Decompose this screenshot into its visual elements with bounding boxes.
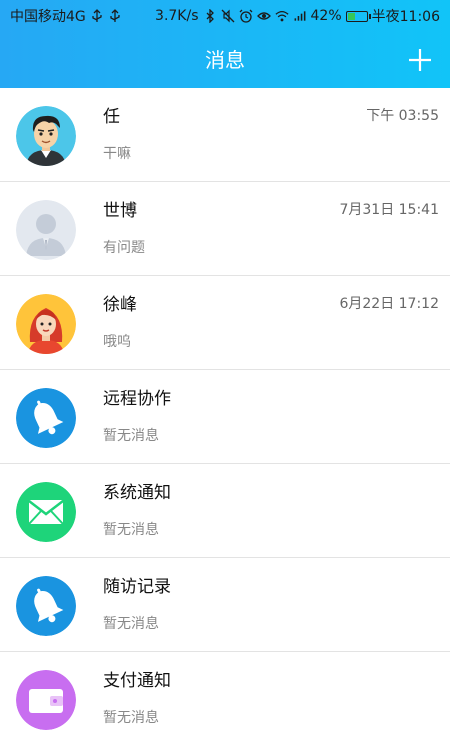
contact-name: 远程协作: [103, 389, 171, 409]
eye-icon: [256, 9, 271, 23]
contact-name: 任: [103, 107, 120, 127]
network-speed: 3.7K/s: [155, 8, 199, 24]
message-preview: 暂无消息: [103, 710, 159, 726]
mail-icon: [16, 482, 76, 542]
battery-percent: 42%: [310, 8, 342, 24]
alarm-icon: [239, 9, 253, 23]
contact-name: 世博: [103, 201, 137, 221]
contact-name: 系统通知: [103, 483, 171, 503]
list-item[interactable]: 任 下午 03:55 干嘛: [0, 88, 450, 182]
status-left: 中国移动4G: [10, 6, 122, 26]
app-root: 中国移动4G 3.7K/s 42% 半夜11:06 消息 任 下午 03:55 …: [0, 0, 450, 750]
message-time: 7月31日 15:41: [339, 202, 439, 218]
clock: 半夜11:06: [371, 9, 440, 25]
wallet-icon: [16, 670, 76, 730]
contact-name: 徐峰: [103, 295, 137, 315]
usb-icon: [90, 9, 104, 23]
bell-icon: [16, 576, 76, 636]
page-title: 消息: [205, 48, 245, 72]
message-time: 6月22日 17:12: [339, 296, 439, 312]
list-item[interactable]: 支付通知 暂无消息: [0, 652, 450, 746]
usb-icon: [108, 9, 122, 23]
plus-icon: [409, 49, 431, 71]
message-list: 任 下午 03:55 干嘛 世博 7月31日 15:41 有问题 徐峰 6月22…: [0, 88, 450, 750]
wifi-icon: [274, 9, 289, 23]
message-preview: 暂无消息: [103, 522, 159, 538]
bell-icon: [16, 388, 76, 448]
status-right: 3.7K/s 42% 半夜11:06: [155, 6, 440, 26]
message-preview: 暂无消息: [103, 616, 159, 632]
default-user-avatar: [16, 200, 76, 260]
message-time: 下午 03:55: [366, 108, 439, 124]
contact-name: 随访记录: [103, 577, 171, 597]
header: 消息: [0, 32, 450, 88]
list-item[interactable]: 远程协作 暂无消息: [0, 370, 450, 464]
message-preview: 哦呜: [103, 334, 131, 350]
battery-icon: [345, 10, 371, 22]
male-cartoon-avatar: [16, 106, 76, 166]
status-bar: 中国移动4G 3.7K/s 42% 半夜11:06: [0, 0, 450, 32]
list-item[interactable]: 世博 7月31日 15:41 有问题: [0, 182, 450, 276]
add-button[interactable]: [406, 46, 434, 74]
signal-icon: [293, 9, 307, 23]
contact-name: 支付通知: [103, 671, 171, 691]
bluetooth-icon: [203, 9, 217, 23]
message-preview: 有问题: [103, 240, 145, 256]
list-item[interactable]: 徐峰 6月22日 17:12 哦呜: [0, 276, 450, 370]
list-item[interactable]: 系统通知 暂无消息: [0, 464, 450, 558]
battery-fill: [347, 12, 355, 20]
carrier-label: 中国移动4G: [10, 9, 86, 25]
message-preview: 暂无消息: [103, 428, 159, 444]
message-preview: 干嘛: [103, 146, 131, 162]
bottom-nav-edge: [0, 742, 450, 750]
list-item[interactable]: 随访记录 暂无消息: [0, 558, 450, 652]
female-cartoon-avatar: [16, 294, 76, 354]
mute-icon: [221, 9, 235, 23]
